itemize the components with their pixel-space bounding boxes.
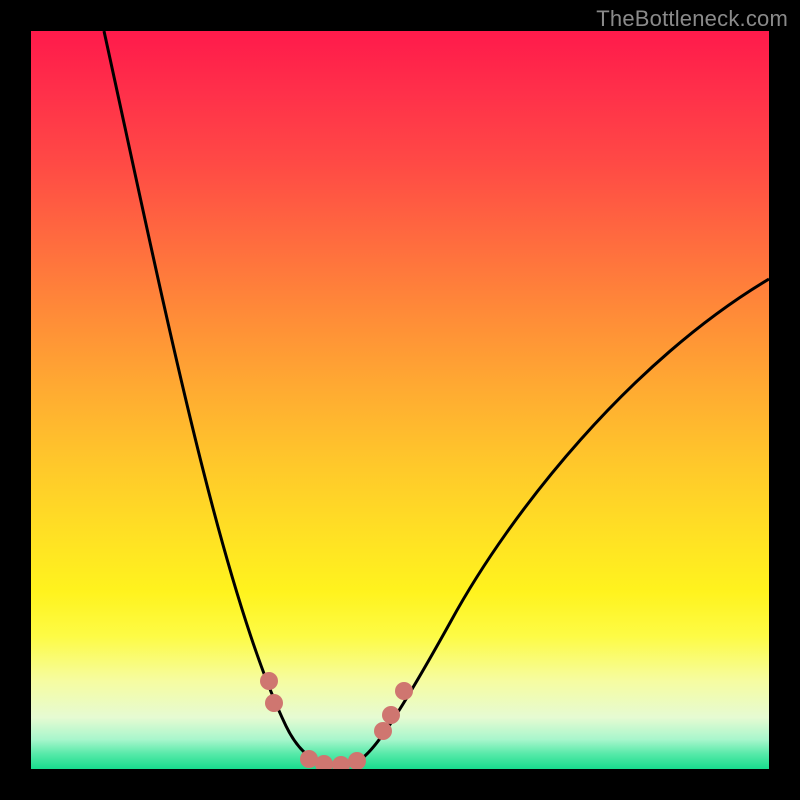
watermark-text: TheBottleneck.com [596,6,788,32]
chart-frame: TheBottleneck.com [0,0,800,800]
curve-layer [31,31,769,769]
left-curve [104,31,361,766]
plot-area [31,31,769,769]
right-curve [361,279,769,759]
